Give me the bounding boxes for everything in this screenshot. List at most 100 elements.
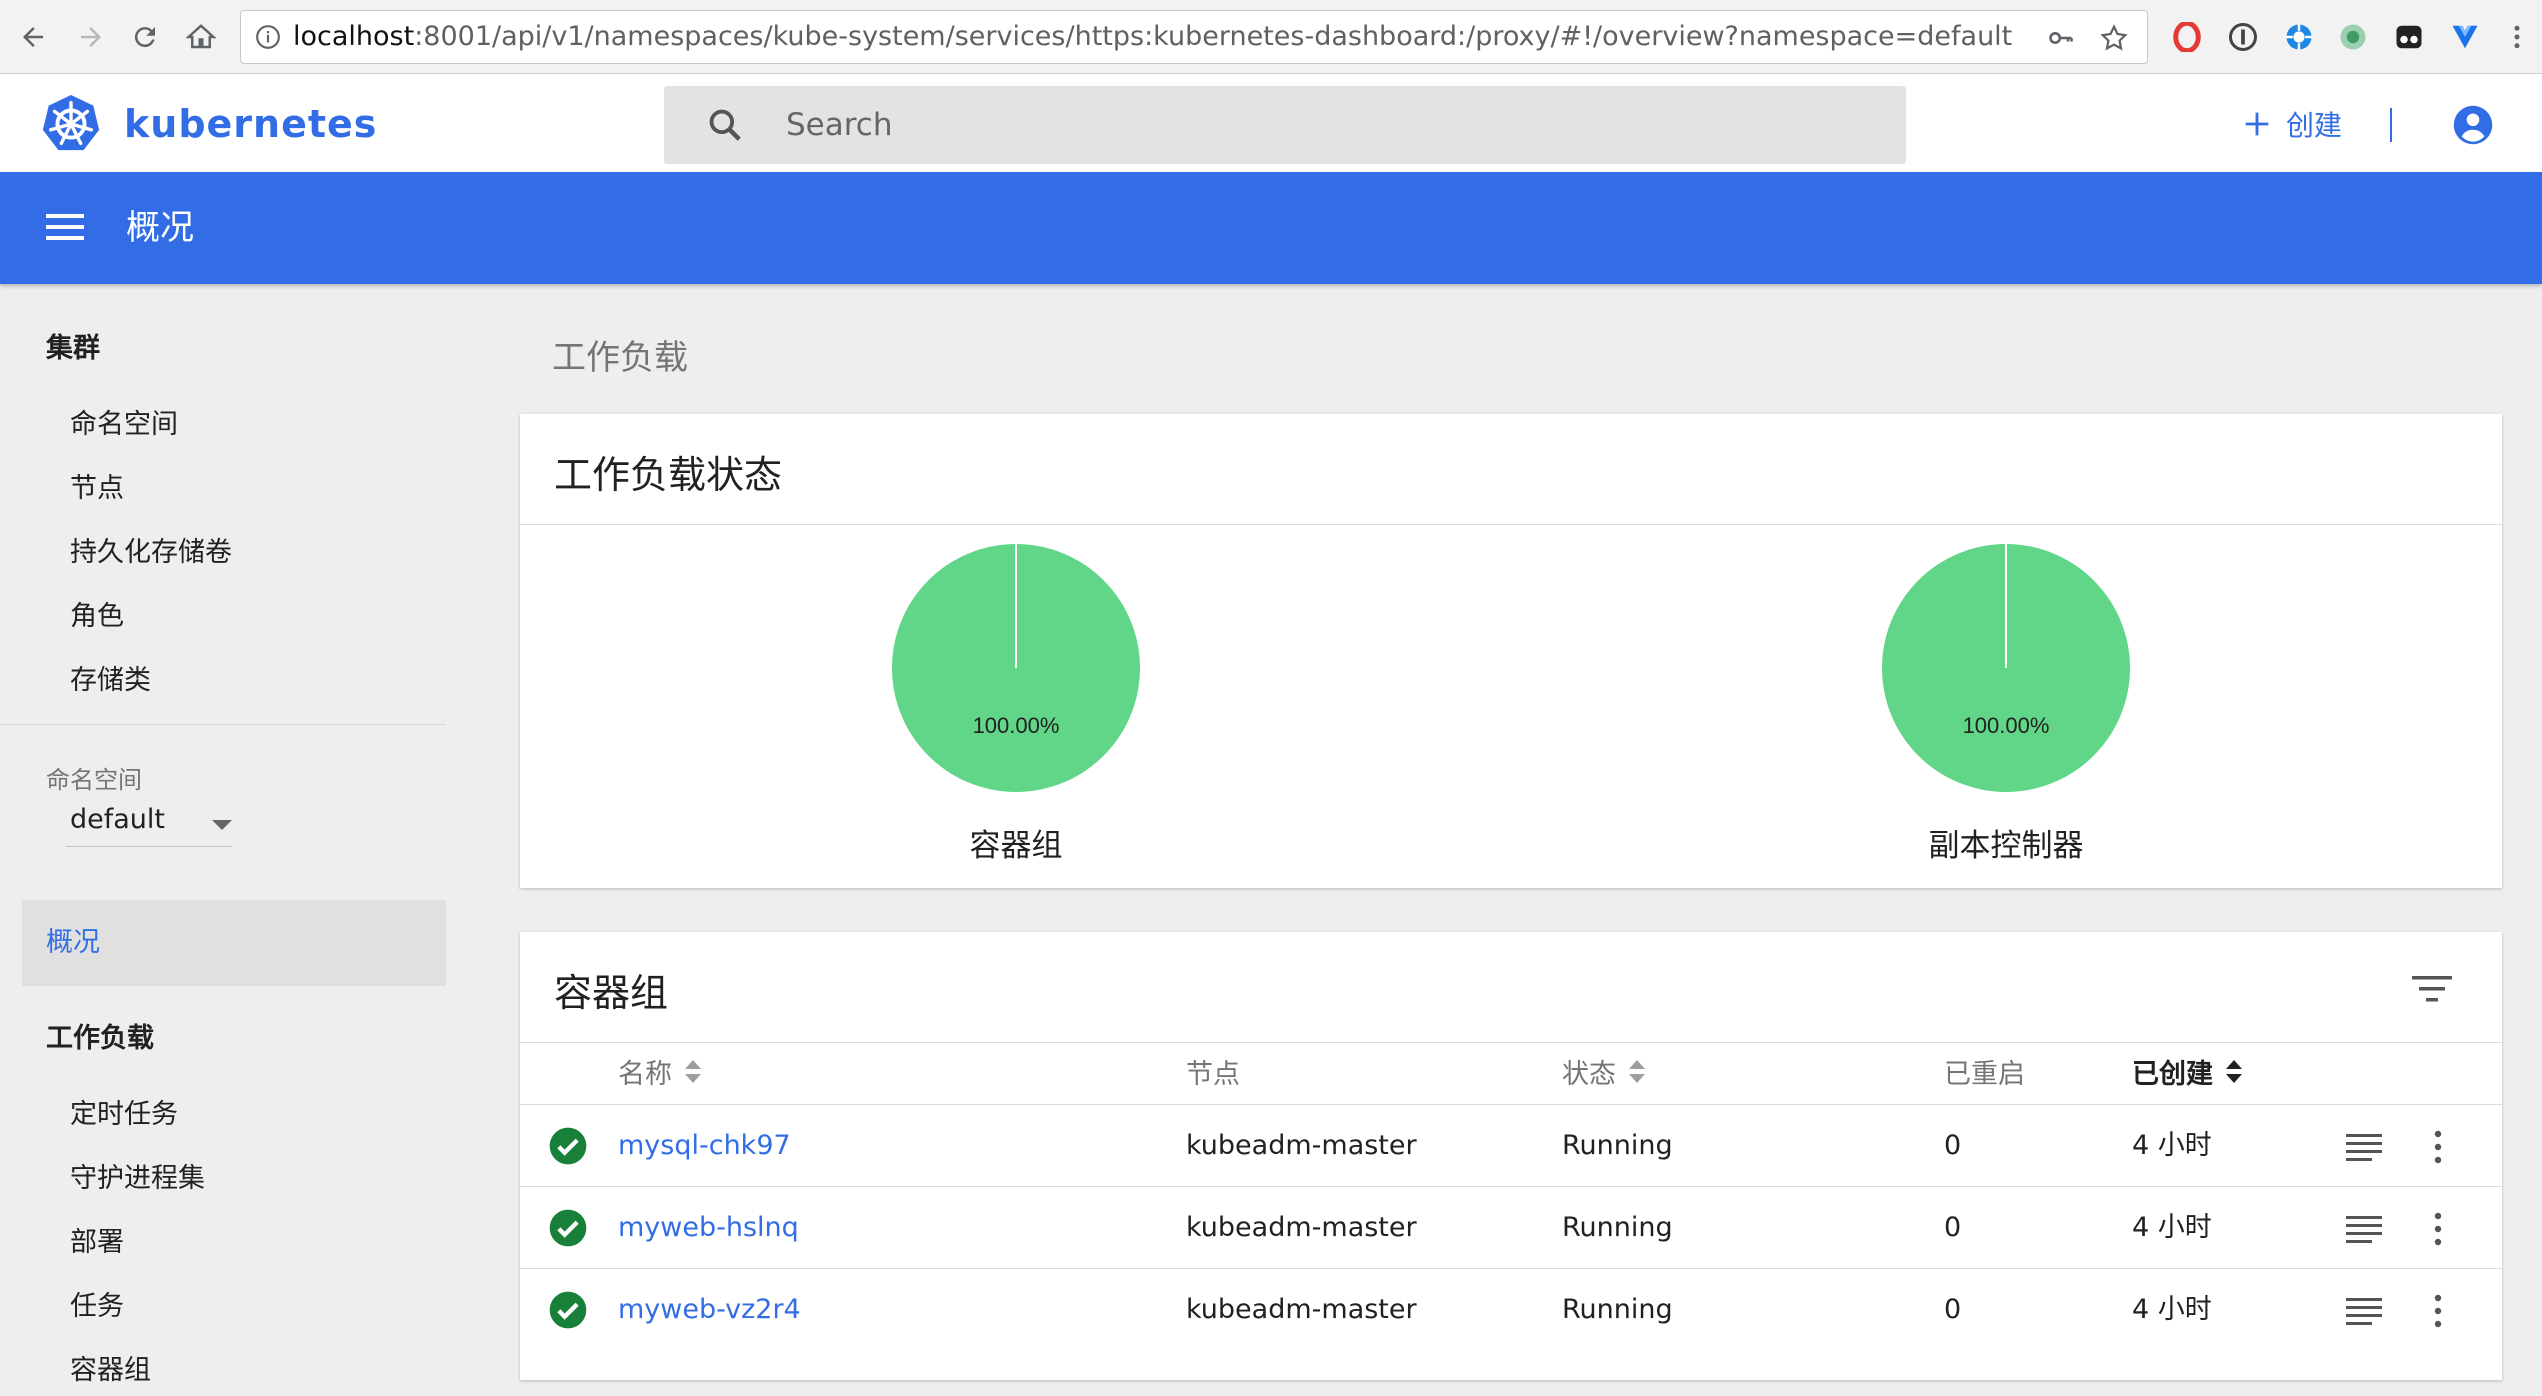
- sidebar-item-overview[interactable]: 概况: [22, 900, 446, 986]
- account-button[interactable]: [2452, 104, 2494, 150]
- check-circle-icon: [549, 1127, 587, 1165]
- pie-percent-label: 100.00%: [1963, 713, 2050, 738]
- search-input[interactable]: Search: [664, 86, 1906, 164]
- create-button[interactable]: 创建: [2240, 102, 2342, 146]
- more-vert-icon[interactable]: [2430, 1211, 2446, 1247]
- key-icon[interactable]: [2047, 24, 2075, 52]
- sidebar-divider: [0, 724, 446, 725]
- spy-extension-icon[interactable]: [2392, 20, 2426, 54]
- sidebar-item-daemon-sets[interactable]: 守护进程集: [70, 1156, 205, 1195]
- pods-chart-label: 容器组: [969, 828, 1063, 864]
- sidebar-item-roles[interactable]: 角色: [70, 594, 124, 633]
- pod-name-link[interactable]: myweb-hslnq: [618, 1187, 799, 1269]
- logs-icon[interactable]: [2346, 1132, 2382, 1162]
- back-button[interactable]: [14, 18, 52, 56]
- logs-icon[interactable]: [2346, 1214, 2382, 1244]
- pie-percent-label: 100.00%: [973, 713, 1060, 738]
- sidebar-item-cron-jobs[interactable]: 定时任务: [70, 1092, 178, 1131]
- brand-name: kubernetes: [124, 102, 378, 146]
- column-header-created[interactable]: 已创建: [2132, 1052, 2243, 1091]
- replication-controllers-chart-label: 副本控制器: [1928, 828, 2084, 864]
- sidebar-item-nodes[interactable]: 节点: [70, 466, 124, 505]
- hamburger-menu-icon: [46, 214, 84, 240]
- browser-toolbar: localhost:8001/api/v1/namespaces/kube-sy…: [0, 0, 2542, 74]
- forward-button[interactable]: [72, 18, 110, 56]
- pod-restarts: 0: [1944, 1294, 1962, 1325]
- address-bar[interactable]: localhost:8001/api/v1/namespaces/kube-sy…: [240, 10, 2148, 64]
- sort-icon: [1628, 1059, 1646, 1084]
- namespace-value: default: [70, 804, 166, 835]
- column-header-restarts-label: 已重启: [1944, 1059, 2025, 1090]
- pod-name-link[interactable]: mysql-chk97: [618, 1105, 791, 1187]
- sidebar-item-overview-label: 概况: [46, 927, 100, 958]
- arrow-right-icon: [81, 27, 101, 47]
- pod-restarts: 0: [1944, 1212, 1962, 1243]
- column-header-status[interactable]: 状态: [1562, 1052, 1646, 1091]
- sidebar-item-persistent-volumes[interactable]: 持久化存储卷: [70, 530, 232, 569]
- card-divider: [520, 524, 2502, 525]
- pods-card-title: 容器组: [554, 971, 669, 1015]
- bookmark-star-icon[interactable]: [2099, 23, 2129, 53]
- replication-controllers-chart: 100.00% 副本控制器: [1876, 538, 2136, 865]
- pod-name-link[interactable]: myweb-vz2r4: [618, 1269, 801, 1351]
- sidebar-item-namespaces[interactable]: 命名空间: [70, 402, 178, 441]
- search-icon: [709, 109, 741, 141]
- account-circle-icon: [2453, 105, 2493, 145]
- pod-node: kubeadm-master: [1186, 1130, 1417, 1161]
- table-row: myweb-hslnq kubeadm-master Running 0 4 小时: [520, 1186, 2502, 1269]
- browser-menu-icon[interactable]: [2500, 20, 2534, 54]
- column-header-restarts: 已重启: [1944, 1052, 2025, 1091]
- sidebar-heading-cluster[interactable]: 集群: [46, 326, 100, 365]
- reload-button[interactable]: [126, 18, 164, 56]
- workload-status-title: 工作负载状态: [554, 453, 783, 497]
- filter-button[interactable]: [2412, 974, 2452, 1008]
- reload-icon: [134, 27, 155, 48]
- sidebar-item-jobs[interactable]: 任务: [70, 1284, 124, 1323]
- more-vert-icon[interactable]: [2430, 1293, 2446, 1329]
- namespace-select[interactable]: default: [66, 800, 232, 847]
- page-title: 概况: [126, 208, 194, 248]
- column-header-name[interactable]: 名称: [618, 1052, 702, 1091]
- column-header-node-label: 节点: [1186, 1059, 1240, 1090]
- sort-icon: [684, 1059, 702, 1084]
- home-button[interactable]: [182, 18, 220, 56]
- pods-chart: 100.00% 容器组: [886, 538, 1146, 865]
- sort-icon: [2225, 1059, 2243, 1084]
- column-header-status-label: 状态: [1562, 1059, 1616, 1090]
- menu-button[interactable]: [46, 212, 84, 246]
- pod-status: Running: [1562, 1130, 1673, 1161]
- logs-icon[interactable]: [2346, 1296, 2382, 1326]
- info-icon: [256, 25, 280, 49]
- app-toolbar: kubernetes Search 创建: [0, 74, 2542, 172]
- sidebar-item-pods[interactable]: 容器组: [70, 1348, 151, 1387]
- pod-node: kubeadm-master: [1186, 1212, 1417, 1243]
- password-manager-extension-icon[interactable]: [2226, 20, 2260, 54]
- pod-age: 4 小时: [2132, 1130, 2212, 1161]
- vue-extension-icon[interactable]: [2448, 20, 2482, 54]
- sidebar-item-deployments[interactable]: 部署: [70, 1220, 124, 1259]
- pod-age: 4 小时: [2132, 1212, 2212, 1243]
- pod-node: kubeadm-master: [1186, 1294, 1417, 1325]
- brand[interactable]: kubernetes: [40, 94, 377, 154]
- more-vert-icon[interactable]: [2430, 1129, 2446, 1165]
- toolbar-divider: [2390, 108, 2392, 142]
- check-circle-icon: [549, 1291, 587, 1329]
- table-row: mysql-chk97 kubeadm-master Running 0 4 小时: [520, 1104, 2502, 1187]
- check-circle-icon: [549, 1209, 587, 1247]
- globe-extension-icon[interactable]: [2336, 20, 2370, 54]
- replication-controllers-pie[interactable]: 100.00%: [1876, 538, 2136, 798]
- search-placeholder: Search: [786, 107, 893, 143]
- pod-age: 4 小时: [2132, 1294, 2212, 1325]
- namespace-label: 命名空间: [46, 766, 142, 794]
- column-header-created-label: 已创建: [2132, 1059, 2213, 1090]
- pod-restarts: 0: [1944, 1130, 1962, 1161]
- pod-status: Running: [1562, 1294, 1673, 1325]
- home-icon: [186, 24, 216, 49]
- arrow-left-icon: [23, 27, 43, 47]
- sidebar-heading-workloads[interactable]: 工作负载: [46, 1016, 154, 1055]
- sidebar-item-storage-classes[interactable]: 存储类: [70, 658, 151, 697]
- url-text: localhost:8001/api/v1/namespaces/kube-sy…: [293, 21, 2013, 52]
- pods-pie[interactable]: 100.00%: [886, 538, 1146, 798]
- opera-extension-icon[interactable]: [2170, 20, 2204, 54]
- lifebuoy-extension-icon[interactable]: [2282, 20, 2316, 54]
